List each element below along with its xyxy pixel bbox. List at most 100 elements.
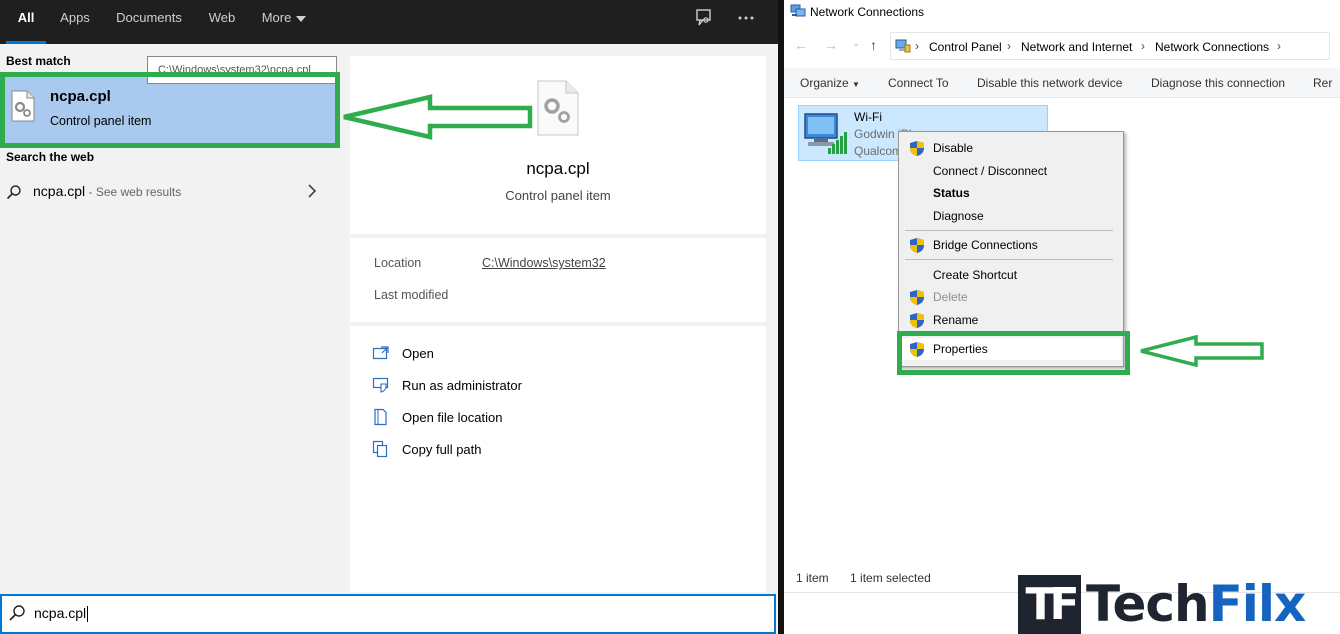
menu-item-rename-label: Rename	[933, 313, 979, 327]
search-web-heading: Search the web	[6, 150, 95, 164]
action-copy-full-path[interactable]: Copy full path	[372, 438, 672, 462]
status-item-count: 1 item	[796, 571, 829, 585]
more-options-icon[interactable]	[734, 8, 758, 30]
tab-web-label: Web	[208, 10, 236, 25]
wifi-adapter-icon	[802, 110, 848, 159]
up-arrow-icon[interactable]: ↑	[870, 37, 877, 53]
tab-web[interactable]: Web	[200, 0, 244, 44]
chevron-down-icon	[296, 15, 307, 22]
rename-button[interactable]: Rer	[1313, 76, 1332, 90]
window-title: Network Connections	[810, 5, 925, 19]
wifi-adapter-device: Qualcom	[854, 144, 903, 158]
annotation-arrow-left	[343, 94, 533, 140]
feedback-icon[interactable]	[692, 8, 716, 30]
uac-shield-icon	[909, 312, 925, 329]
diagnose-connection-button[interactable]: Diagnose this connection	[1151, 76, 1285, 90]
control-panel-file-large-icon	[536, 80, 580, 139]
web-result-text: ncpa.cpl - See web results	[33, 183, 181, 199]
menu-item-bridge-connections-label: Bridge Connections	[933, 238, 1038, 252]
web-search-result[interactable]: ncpa.cpl - See web results	[0, 178, 338, 206]
techfilx-logo: TF TechFilx	[1018, 575, 1340, 634]
back-arrow-icon[interactable]: ←	[794, 37, 808, 53]
disable-device-button[interactable]: Disable this network device	[977, 76, 1122, 90]
context-menu: Disable Connect / Disconnect Status Diag…	[898, 131, 1124, 367]
windows-search-panel: All Apps Documents Web More Best match n…	[0, 0, 778, 634]
tab-more[interactable]: More	[252, 0, 316, 44]
menu-item-disable-label: Disable	[933, 141, 974, 155]
tab-more-label: More	[261, 10, 292, 25]
search-icon	[6, 184, 22, 203]
location-label: Location	[374, 256, 422, 270]
menu-item-diagnose-label: Diagnose	[933, 209, 984, 223]
search-icon	[8, 604, 26, 622]
recent-locations-chevron-icon[interactable]: ⌄	[852, 38, 860, 49]
network-connections-icon	[790, 4, 806, 18]
tab-apps-label: Apps	[60, 10, 90, 25]
address-row: ← → ⌄ ↑ › Control Panel › Network and In…	[784, 30, 1340, 62]
menu-separator	[905, 230, 1113, 231]
action-copy-full-path-label: Copy full path	[402, 442, 482, 457]
search-input[interactable]: ncpa.cpl	[34, 605, 89, 623]
open-icon	[372, 344, 390, 362]
action-run-as-admin-label: Run as administrator	[402, 378, 522, 393]
copy-path-icon	[372, 440, 390, 458]
status-bar: 1 item 1 item selected	[796, 571, 931, 585]
preview-details: Location C:\Windows\system32 Last modifi…	[350, 238, 766, 322]
uac-shield-icon	[909, 237, 925, 254]
menu-separator	[905, 333, 1113, 334]
menu-item-create-shortcut[interactable]: Create Shortcut	[901, 264, 1121, 286]
action-open-file-location-label: Open file location	[402, 410, 503, 425]
control-panel-icon	[895, 39, 911, 56]
best-match-result[interactable]: ncpa.cpl Control panel item	[0, 74, 338, 144]
menu-item-rename[interactable]: Rename	[901, 309, 1121, 331]
breadcrumb-network-connections[interactable]: Network Connections	[1155, 40, 1269, 54]
tab-all[interactable]: All	[6, 0, 46, 44]
file-location-icon	[372, 408, 390, 426]
uac-shield-icon	[909, 289, 925, 306]
menu-item-bridge-connections[interactable]: Bridge Connections	[901, 234, 1121, 256]
control-panel-file-icon	[10, 90, 36, 122]
breadcrumb-network-and-internet[interactable]: Network and Internet	[1021, 40, 1132, 54]
search-filter-tabs: All Apps Documents Web More	[0, 0, 778, 44]
menu-item-create-shortcut-label: Create Shortcut	[933, 268, 1018, 282]
chevron-right-icon[interactable]	[306, 183, 318, 202]
tab-documents-label: Documents	[116, 10, 182, 25]
network-connections-window: Network Connections ← → ⌄ ↑ › Control Pa…	[784, 0, 1340, 634]
run-as-admin-icon	[372, 376, 390, 394]
best-match-title: ncpa.cpl	[50, 88, 111, 105]
tab-documents[interactable]: Documents	[106, 0, 192, 44]
tab-apps[interactable]: Apps	[52, 0, 98, 44]
action-open[interactable]: Open	[372, 342, 672, 366]
organize-button[interactable]: Organize ▼	[800, 76, 860, 90]
logo-text-filx: Filx	[1208, 575, 1307, 633]
breadcrumb-control-panel[interactable]: Control Panel	[929, 40, 1002, 54]
menu-item-delete: Delete	[901, 286, 1121, 308]
menu-item-disable[interactable]: Disable	[901, 137, 1121, 159]
menu-item-diagnose[interactable]: Diagnose	[901, 205, 1121, 227]
connect-to-button[interactable]: Connect To	[888, 76, 949, 90]
preview-title: ncpa.cpl	[526, 159, 590, 178]
preview-subtitle: Control panel item	[505, 188, 611, 203]
menu-item-status[interactable]: Status	[901, 182, 1121, 204]
preview-pane: ncpa.cpl Control panel item	[350, 56, 766, 234]
best-match-heading: Best match	[6, 54, 71, 68]
menu-item-delete-label: Delete	[933, 290, 968, 304]
web-result-suffix: - See web results	[85, 185, 182, 199]
menu-item-properties[interactable]: Properties	[901, 338, 1121, 360]
address-bar[interactable]: › Control Panel › Network and Internet ›…	[890, 32, 1330, 60]
action-open-file-location[interactable]: Open file location	[372, 406, 672, 430]
tab-all-label: All	[17, 10, 35, 25]
action-run-as-admin[interactable]: Run as administrator	[372, 374, 672, 398]
location-link[interactable]: C:\Windows\system32	[482, 256, 606, 270]
uac-shield-icon	[909, 341, 925, 358]
logo-mark: TF	[1018, 575, 1081, 634]
search-box[interactable]: ncpa.cpl	[0, 594, 776, 634]
menu-item-connect-disconnect[interactable]: Connect / Disconnect	[901, 160, 1121, 182]
logo-text-tech: Tech	[1086, 575, 1210, 633]
menu-item-connect-disconnect-label: Connect / Disconnect	[933, 164, 1048, 178]
text-cursor	[87, 606, 89, 623]
forward-arrow-icon[interactable]: →	[824, 37, 838, 53]
search-query-text: ncpa.cpl	[34, 605, 87, 621]
uac-shield-icon	[909, 140, 925, 157]
menu-item-status-label: Status	[933, 186, 970, 200]
